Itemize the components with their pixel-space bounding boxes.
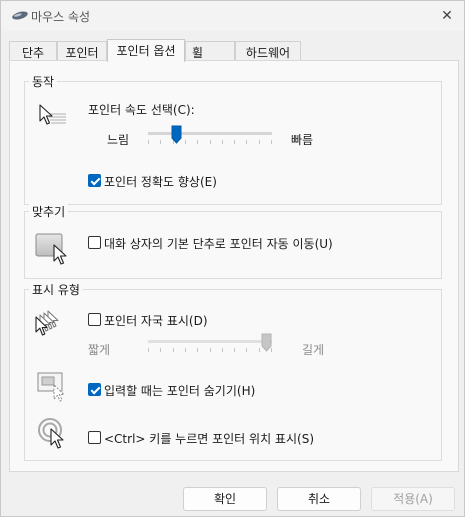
snap-to-default-icon bbox=[35, 233, 67, 265]
tab-buttons[interactable]: 단추 bbox=[9, 41, 57, 61]
fast-label: 빠름 bbox=[291, 133, 314, 147]
slider-tick bbox=[185, 348, 186, 352]
snap-to-checkbox[interactable] bbox=[88, 236, 101, 249]
trail-slider-thumb[interactable] bbox=[261, 333, 272, 352]
slider-tick bbox=[246, 140, 247, 144]
slider-tick bbox=[259, 140, 260, 144]
pointer-trails-icon bbox=[35, 310, 59, 336]
hide-while-typing-checkbox[interactable] bbox=[88, 383, 101, 396]
trail-short-label: 짧게 bbox=[88, 343, 111, 357]
trail-slider-track bbox=[148, 340, 272, 343]
show-location-label[interactable]: <Ctrl> 키를 누르면 포인터 위치 표시(S) bbox=[104, 430, 314, 447]
pointer-options-panel: 동작 포인터 속도 선택(C): 느림 빠름 포인터 정확도 향상(E) 맞추기 bbox=[9, 60, 459, 472]
slider-tick bbox=[197, 140, 198, 144]
tab-pointers[interactable]: 포인터 bbox=[57, 41, 107, 61]
window-title: 마우스 속성 bbox=[31, 10, 91, 24]
slider-tick bbox=[222, 348, 223, 352]
ok-button[interactable]: 확인 bbox=[183, 487, 267, 511]
pointer-trails-label[interactable]: 포인터 자국 표시(D) bbox=[104, 312, 208, 329]
slider-track bbox=[148, 132, 272, 135]
slider-tick bbox=[148, 140, 149, 144]
tab-pointer-options[interactable]: 포인터 옵션 bbox=[107, 39, 185, 62]
slider-tick bbox=[160, 140, 161, 144]
hide-while-typing-label[interactable]: 입력할 때는 포인터 숨기기(H) bbox=[104, 382, 255, 399]
slider-tick bbox=[234, 140, 235, 144]
hide-while-typing-icon bbox=[37, 372, 65, 402]
snap-to-label[interactable]: 대화 상자의 기본 단추로 포인터 자동 이동(U) bbox=[104, 235, 333, 252]
motion-group-title: 동작 bbox=[29, 73, 58, 90]
visibility-group-title: 표시 유형 bbox=[29, 281, 83, 298]
cancel-button[interactable]: 취소 bbox=[277, 487, 361, 511]
pointer-trails-checkbox[interactable] bbox=[88, 313, 101, 326]
slider-tick bbox=[222, 140, 223, 144]
slider-tick bbox=[197, 348, 198, 352]
tab-strip: 단추 포인터 포인터 옵션 휠 하드웨어 bbox=[9, 39, 459, 62]
close-icon: ✕ bbox=[441, 8, 453, 24]
pointer-speed-label: 포인터 속도 선택(C): bbox=[88, 103, 195, 117]
enhance-precision-label[interactable]: 포인터 정확도 향상(E) bbox=[104, 173, 217, 190]
pointer-speed-slider[interactable] bbox=[148, 123, 272, 149]
slider-tick bbox=[271, 140, 272, 144]
pointer-speed-icon bbox=[39, 104, 66, 125]
slider-tick bbox=[259, 348, 260, 352]
show-location-checkbox[interactable] bbox=[88, 431, 101, 444]
mouse-icon bbox=[12, 11, 28, 20]
trail-length-slider[interactable] bbox=[148, 331, 272, 357]
close-button[interactable]: ✕ bbox=[436, 5, 458, 27]
slider-tick bbox=[234, 348, 235, 352]
tab-wheel[interactable]: 휠 bbox=[185, 41, 235, 61]
mouse-properties-window: 마우스 속성 ✕ 단추 포인터 포인터 옵션 휠 하드웨어 동작 포인터 속도 … bbox=[0, 0, 465, 517]
slider-thumb[interactable] bbox=[171, 125, 182, 144]
slider-tick bbox=[210, 140, 211, 144]
slider-tick bbox=[185, 140, 186, 144]
slider-tick bbox=[160, 348, 161, 352]
enhance-precision-checkbox[interactable] bbox=[88, 174, 101, 187]
snap-to-group-title: 맞추기 bbox=[29, 203, 69, 220]
slider-tick bbox=[210, 348, 211, 352]
tab-hardware[interactable]: 하드웨어 bbox=[235, 41, 301, 61]
slider-tick bbox=[148, 348, 149, 352]
slow-label: 느림 bbox=[107, 133, 130, 147]
slider-tick bbox=[246, 348, 247, 352]
trail-long-label: 길게 bbox=[302, 343, 325, 357]
show-location-icon bbox=[38, 418, 64, 449]
title-bar: 마우스 속성 ✕ bbox=[1, 1, 464, 31]
slider-tick bbox=[173, 348, 174, 352]
apply-button[interactable]: 적용(A) bbox=[371, 487, 455, 511]
